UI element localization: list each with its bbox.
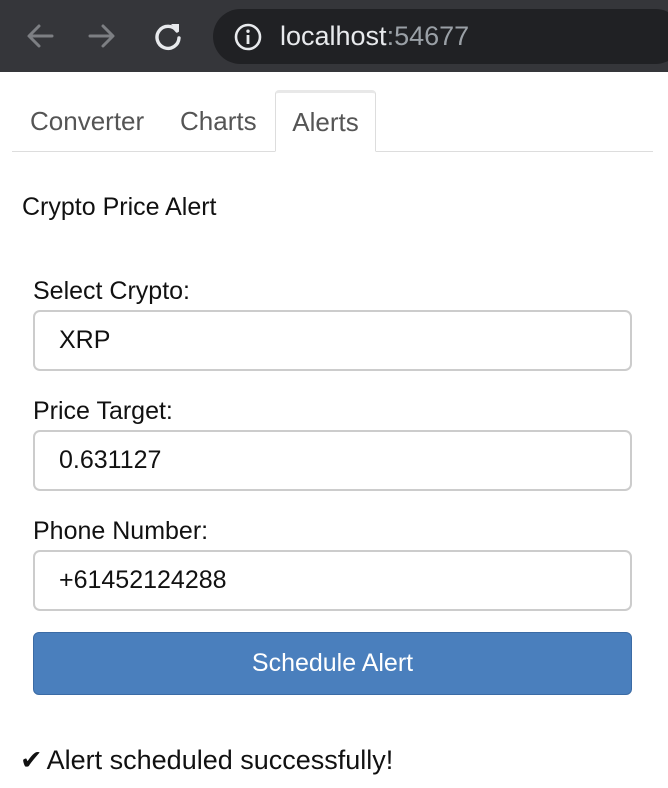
info-circle-icon[interactable] — [233, 22, 263, 52]
schedule-alert-button[interactable]: Schedule Alert — [33, 632, 632, 695]
url-port: :54677 — [386, 21, 470, 51]
panel-title: Crypto Price Alert — [22, 193, 217, 221]
tab-bar: Converter Charts Alerts — [12, 90, 653, 152]
tab-converter[interactable]: Converter — [12, 90, 162, 152]
arrow-right-icon — [88, 24, 115, 48]
crypto-label: Select Crypto: — [33, 277, 191, 305]
browser-toolbar: localhost:54677 — [0, 0, 668, 72]
tab-alerts[interactable]: Alerts — [275, 90, 376, 152]
reload-icon — [155, 24, 181, 51]
url-text: localhost:54677 — [280, 20, 469, 52]
checkmark-icon: ✔ — [20, 745, 43, 775]
phone-number-label: Phone Number: — [33, 517, 209, 545]
phone-number-input[interactable] — [33, 550, 632, 611]
address-bar[interactable]: localhost:54677 — [213, 9, 668, 64]
price-target-label: Price Target: — [33, 397, 173, 425]
reload-button[interactable] — [146, 14, 190, 58]
price-target-input[interactable] — [33, 430, 632, 491]
forward-button[interactable] — [80, 14, 124, 58]
status-text: Alert scheduled successfully! — [46, 745, 394, 775]
crypto-input[interactable] — [33, 310, 632, 371]
tab-charts[interactable]: Charts — [162, 90, 275, 152]
back-button[interactable] — [18, 14, 62, 58]
url-host: localhost — [280, 21, 387, 51]
status-message: ✔ Alert scheduled successfully! — [20, 744, 393, 776]
arrow-left-icon — [27, 24, 54, 48]
